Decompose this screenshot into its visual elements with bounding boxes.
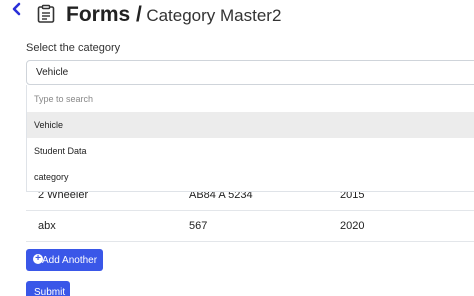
table-cell: 567 xyxy=(189,220,208,232)
dropdown-option-label: Vehicle xyxy=(34,120,64,130)
dropdown-option-student-data[interactable]: Student Data xyxy=(27,138,474,164)
dropdown-option-category[interactable]: category xyxy=(27,164,474,190)
table-row: abx 567 2020 xyxy=(26,211,474,242)
page-title-name: Category Master2 xyxy=(146,6,282,25)
table-cell: 2020 xyxy=(340,220,365,232)
page-title-section: Forms / xyxy=(66,3,142,26)
category-dropdown-menu: Type to search Vehicle Student Data cate… xyxy=(26,85,474,192)
category-select[interactable]: Vehicle xyxy=(26,60,474,85)
dropdown-option-vehicle[interactable]: Vehicle xyxy=(27,112,474,138)
dropdown-search-placeholder: Type to search xyxy=(34,94,94,104)
chevron-left-icon[interactable] xyxy=(10,2,24,16)
page-header: Forms / Category Master2 xyxy=(0,0,474,30)
dropdown-search-input[interactable]: Type to search xyxy=(27,88,474,111)
add-another-button[interactable]: + Add Another xyxy=(26,249,103,271)
table-cell: abx xyxy=(38,220,56,232)
add-another-label: Add Another xyxy=(42,255,98,266)
clipboard-list-icon xyxy=(37,4,55,23)
dropdown-option-label: category xyxy=(34,172,69,182)
dropdown-option-label: Student Data xyxy=(34,146,87,156)
select-category-label: Select the category xyxy=(26,42,121,54)
submit-button[interactable]: Submit xyxy=(26,281,70,296)
category-select-value: Vehicle xyxy=(36,67,69,78)
page-title: Forms / Category Master2 xyxy=(66,0,281,32)
submit-label: Submit xyxy=(34,287,66,296)
